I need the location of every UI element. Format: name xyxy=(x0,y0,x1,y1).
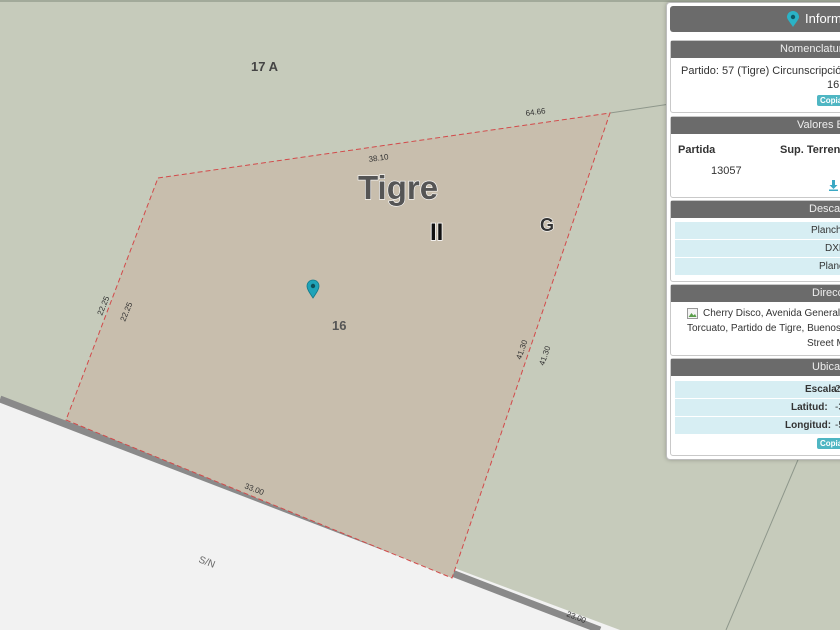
info-panel-header[interactable]: Inform xyxy=(670,6,840,32)
partida-value: 13057 xyxy=(711,165,742,177)
nomenclatura-line: Partido: 57 (Tigre) Circunscripción: 2 xyxy=(681,65,840,77)
col-sup-terreno: Sup. Terreno xyxy=(780,144,840,156)
descargas-header: Descar xyxy=(671,201,840,218)
download-dxf[interactable]: DXF xyxy=(675,240,840,258)
nomenclatura-section: Nomenclatura Partido: 57 (Tigre) Circuns… xyxy=(670,40,840,113)
download-plano[interactable]: Planc xyxy=(675,258,840,276)
info-panel: Inform Nomenclatura Partido: 57 (Tigre) … xyxy=(666,2,840,460)
nomenclatura-line: 16 xyxy=(827,79,840,91)
longitud-row: Longitud: -5 xyxy=(675,417,840,435)
circ-label: II xyxy=(430,219,443,246)
direccion-line: Street M xyxy=(807,338,840,349)
download-icon[interactable] xyxy=(828,180,839,191)
copy-nomenclatura-button[interactable]: Copia xyxy=(817,95,840,106)
image-icon xyxy=(687,308,698,319)
info-panel-title: Inform xyxy=(805,11,840,26)
ubicacion-section: Ubicac Escala: 2 Latitud: -3 Longitud: -… xyxy=(670,358,840,456)
direccion-section: Direcc Cherry Disco, Avenida General Tor… xyxy=(670,284,840,356)
parcel-number: 16 xyxy=(332,318,346,333)
pin-icon xyxy=(787,11,799,27)
valores-header: Valores B xyxy=(671,117,840,134)
ubicacion-header: Ubicac xyxy=(671,359,840,376)
direccion-line: Cherry Disco, Avenida General xyxy=(703,308,840,319)
col-partida: Partida xyxy=(678,144,716,156)
locality-label: Tigre xyxy=(358,169,438,206)
direccion-header: Direcc xyxy=(671,285,840,302)
descargas-section: Descar Planch DXF Planc xyxy=(670,200,840,282)
nomenclatura-header: Nomenclatura xyxy=(671,41,840,58)
escala-row: Escala: 2 xyxy=(675,381,840,399)
copy-ubicacion-button[interactable]: Copia xyxy=(817,438,840,449)
block-label: 17 A xyxy=(251,59,279,74)
direccion-line: Torcuato, Partido de Tigre, Buenos xyxy=(687,323,840,334)
valores-section: Valores B Partida Sup. Terreno 13057 xyxy=(670,116,840,198)
sector-label: G xyxy=(540,215,554,235)
download-planchetas[interactable]: Planch xyxy=(675,222,840,240)
latitud-row: Latitud: -3 xyxy=(675,399,840,417)
